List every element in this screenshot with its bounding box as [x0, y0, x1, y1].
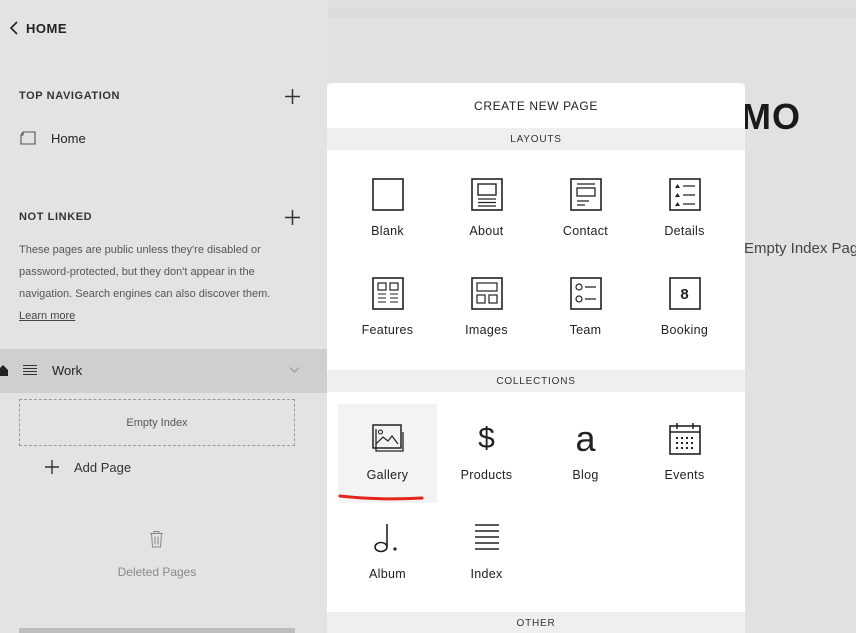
add-page-button[interactable]: Add Page: [44, 459, 131, 475]
letter-a-icon: a: [575, 418, 596, 459]
layout-tile-booking[interactable]: 8 Booking: [635, 259, 734, 358]
sidebar-item-label: Work: [52, 363, 83, 378]
booking-digit: 8: [680, 285, 689, 303]
sidebar: HOME TOP NAVIGATION Home NOT LINKED Thes…: [0, 0, 328, 633]
collection-tile-gallery[interactable]: Gallery: [338, 404, 437, 503]
add-page-label: Add Page: [74, 459, 132, 475]
empty-index-dropzone: Empty Index: [19, 399, 295, 446]
details-list-icon: [668, 178, 701, 211]
layout-tile-blank[interactable]: Blank: [338, 160, 437, 259]
home-back-link[interactable]: HOME: [8, 20, 67, 36]
add-top-nav-button[interactable]: [284, 88, 301, 105]
trash-icon[interactable]: [149, 530, 164, 548]
home-back-label: HOME: [26, 20, 67, 36]
empty-index-label: Empty Index: [126, 416, 188, 429]
page-icon: [20, 131, 36, 145]
collection-tile-label: Album: [369, 567, 406, 581]
plus-icon: [285, 210, 300, 225]
layout-tile-label: Images: [465, 323, 508, 337]
collection-tile-label: Blog: [572, 468, 599, 482]
collection-tile-index[interactable]: Index: [437, 503, 536, 602]
chevron-left-icon: [9, 21, 18, 35]
page-thumbnail: [19, 628, 295, 633]
index-lines-icon: [23, 365, 37, 375]
not-linked-heading: NOT LINKED: [19, 211, 93, 223]
layout-tile-label: Contact: [562, 224, 609, 238]
contact-layout-icon: [569, 178, 602, 211]
layout-tile-details[interactable]: Details: [635, 160, 734, 259]
create-new-page-modal: CREATE NEW PAGE LAYOUTS Blank About Cont…: [327, 83, 745, 633]
plus-icon: [45, 460, 59, 474]
layout-tile-images[interactable]: Images: [437, 259, 536, 358]
layout-tile-label: Blank: [371, 224, 404, 238]
collection-tile-label: Gallery: [366, 468, 409, 482]
section-collections-heading: COLLECTIONS: [327, 370, 745, 392]
calendar-icon: [668, 423, 701, 455]
learn-more-link[interactable]: Learn more: [19, 306, 75, 326]
gallery-image-icon: [371, 424, 404, 452]
layout-tile-label: Features: [361, 323, 414, 337]
modal-title: CREATE NEW PAGE: [474, 98, 598, 113]
layout-tile-team[interactable]: Team: [536, 259, 635, 358]
dollar-icon: $: [478, 422, 495, 455]
layout-tile-label: Team: [569, 323, 602, 337]
index-lines-icon: [474, 524, 499, 550]
team-layout-icon: [569, 277, 602, 310]
layout-tile-label: Booking: [660, 323, 709, 337]
section-other-heading: OTHER: [327, 612, 745, 633]
collection-tile-blog[interactable]: a Blog: [536, 404, 635, 503]
layout-tile-contact[interactable]: Contact: [536, 160, 635, 259]
images-grid-icon: [470, 277, 503, 310]
music-note-icon: [373, 524, 397, 553]
chevron-down-icon[interactable]: [289, 366, 300, 374]
layout-tile-about[interactable]: About: [437, 160, 536, 259]
deleted-pages-link[interactable]: Deleted Pages: [0, 565, 314, 579]
collection-tile-events[interactable]: Events: [635, 404, 734, 503]
about-layout-icon: [470, 178, 503, 211]
section-layouts-heading: LAYOUTS: [327, 128, 745, 150]
features-grid-icon: [371, 277, 404, 310]
collection-tile-products[interactable]: $ Products: [437, 404, 536, 503]
collection-tile-label: Index: [470, 567, 503, 581]
layout-tile-features[interactable]: Features: [338, 259, 437, 358]
home-icon: [0, 365, 8, 376]
plus-icon: [285, 89, 300, 104]
nav-item-home[interactable]: Home: [19, 130, 86, 146]
sidebar-item-work[interactable]: Work: [0, 349, 328, 393]
collection-tile-label: Events: [664, 468, 705, 482]
collection-tile-album[interactable]: Album: [338, 503, 437, 602]
top-navigation-heading: TOP NAVIGATION: [19, 90, 121, 102]
collection-tile-label: Products: [460, 468, 513, 482]
blank-page-icon: [371, 178, 404, 211]
preview-body-text: Empty Index Pag: [744, 240, 856, 257]
layout-tile-label: Details: [664, 224, 705, 238]
nav-item-label: Home: [51, 130, 86, 146]
add-not-linked-button[interactable]: [284, 209, 301, 226]
annotation-underline: [338, 494, 424, 501]
not-linked-note: These pages are public unless they're di…: [19, 244, 271, 300]
layout-tile-label: About: [469, 224, 504, 238]
